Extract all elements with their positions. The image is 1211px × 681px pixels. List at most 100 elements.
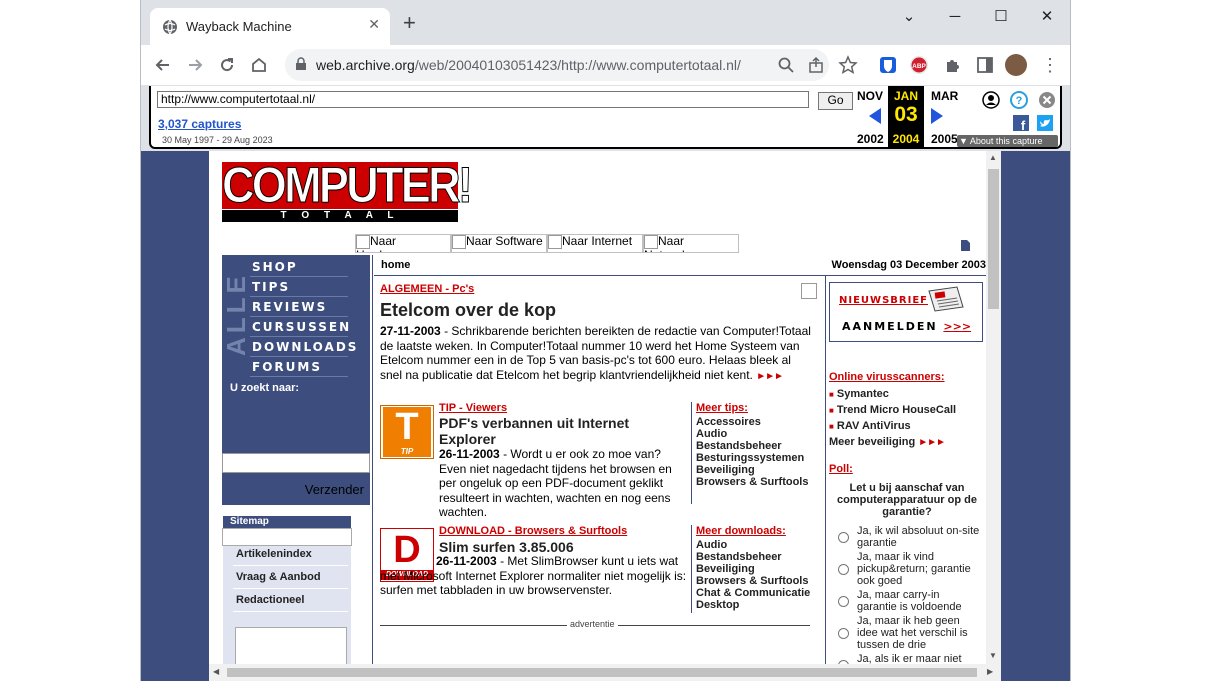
menu-cursussen[interactable]: CURSUSSEN <box>252 320 351 334</box>
poll-radio-4[interactable] <box>838 628 849 639</box>
maximize-button[interactable]: ☐ <box>981 4 1021 30</box>
virus-scanners-title[interactable]: Online virusscanners: <box>829 371 945 383</box>
more-downloads-item[interactable]: Desktop <box>696 599 810 611</box>
wayback-go-button[interactable]: Go <box>818 92 853 110</box>
captures-link[interactable]: 3,037 captures <box>158 117 241 131</box>
horizontal-scroll-thumb[interactable] <box>227 668 977 677</box>
more-downloads-item[interactable]: Bestandsbeheer <box>696 551 810 563</box>
wayback-url-input[interactable]: http://www.computertotaal.nl/ <box>157 91 809 108</box>
virus-item-trend[interactable]: ■ Trend Micro HouseCall <box>829 404 956 416</box>
minimize-button[interactable]: ─ <box>935 4 975 30</box>
bitwarden-icon[interactable] <box>878 55 898 75</box>
search-submit-button[interactable]: Verzender <box>305 482 364 497</box>
menu-divider <box>250 376 348 377</box>
user-icon[interactable] <box>982 91 1000 109</box>
more-tips-item[interactable]: Browsers & Surftools <box>696 476 808 488</box>
more-security-link[interactable]: Meer beveiliging ►►► <box>829 436 946 448</box>
more-tips-item[interactable]: Bestandsbeheer <box>696 440 808 452</box>
newsletter-signup: AANMELDEN >>> <box>842 320 972 333</box>
more-tips-item[interactable]: Beveiliging <box>696 464 808 476</box>
newsletter-box[interactable]: NIEUWSBRIEF AANMELDEN >>> <box>829 282 983 342</box>
tip-category-link[interactable]: TIP - Viewers <box>439 402 507 414</box>
more-tips-item[interactable]: Besturingssystemen <box>696 452 808 464</box>
sitemap-link-artikelenindex[interactable]: Artikelenindex <box>236 548 312 560</box>
sitemap-link-vraag-aanbod[interactable]: Vraag & Aanbod <box>236 571 321 583</box>
menu-shop[interactable]: SHOP <box>252 260 298 274</box>
sitemap-link-redactioneel[interactable]: Redactioneel <box>236 594 304 606</box>
search-icon[interactable] <box>777 56 795 74</box>
virus-item-symantec[interactable]: ■ Symantec <box>829 388 889 400</box>
search-input[interactable] <box>222 453 370 473</box>
adblock-icon[interactable]: ABP <box>909 55 929 75</box>
more-downloads-item[interactable]: Audio <box>696 539 810 551</box>
facebook-icon[interactable]: f <box>1013 115 1029 131</box>
next-capture-arrow[interactable] <box>931 108 943 124</box>
more-downloads-item[interactable]: Beveiliging <box>696 563 810 575</box>
twitter-icon[interactable] <box>1037 115 1053 131</box>
tip-title[interactable]: PDF's verbannen uit Internet Explorer <box>439 415 639 447</box>
poll-radio-3[interactable] <box>838 596 849 607</box>
poll-radio-2[interactable] <box>838 564 849 575</box>
virus-item-rav[interactable]: ■ RAV AntiVirus <box>829 420 911 432</box>
menu-forums[interactable]: FORUMS <box>252 360 322 374</box>
star-icon[interactable] <box>838 55 858 75</box>
toolbar: web.archive.org/web/20040103051423/http:… <box>141 45 1070 85</box>
vertical-scrollbar[interactable]: ▲ ▼ <box>986 151 1001 664</box>
nav-hardware[interactable]: Naar Hardware <box>355 234 451 253</box>
help-icon[interactable]: ? <box>1010 91 1028 109</box>
nav-software[interactable]: Naar Software <box>451 234 547 253</box>
url-text: web.archive.org/web/20040103051423/http:… <box>316 57 741 73</box>
tab-close-icon[interactable]: ✕ <box>368 16 380 33</box>
poll-radio-1[interactable] <box>838 532 849 543</box>
more-tips-item[interactable]: Audio <box>696 428 808 440</box>
article-title[interactable]: Etelcom over de kop <box>380 300 556 321</box>
newspaper-icon <box>928 286 964 312</box>
article-category-link[interactable]: ALGEMEEN - Pc's <box>380 283 474 295</box>
document-icon[interactable] <box>960 239 971 252</box>
more-menu-icon[interactable]: ⋮ <box>1041 55 1061 75</box>
prev-month[interactable]: NOV <box>857 89 883 103</box>
breadcrumb[interactable]: home <box>381 259 410 271</box>
profile-avatar[interactable] <box>1005 54 1027 76</box>
scroll-right-icon[interactable]: ▶ <box>987 667 993 676</box>
puzzle-icon[interactable] <box>943 55 963 75</box>
horizontal-scrollbar[interactable]: ◀ ▶ <box>209 664 1001 681</box>
nav-netwerken[interactable]: Naar Netwerken <box>643 234 739 253</box>
download-title[interactable]: Slim surfen 3.85.006 <box>439 539 574 555</box>
new-tab-button[interactable]: + <box>403 10 416 36</box>
scroll-up-icon[interactable]: ▲ <box>989 153 997 162</box>
menu-reviews[interactable]: REVIEWS <box>252 300 327 314</box>
share-icon[interactable] <box>807 56 825 74</box>
back-button[interactable] <box>151 53 175 77</box>
next-month[interactable]: MAR <box>931 89 958 103</box>
menu-tips[interactable]: TIPS <box>252 280 290 294</box>
reload-button[interactable] <box>215 53 239 77</box>
sitemap-image-placeholder <box>235 627 347 669</box>
more-downloads-item[interactable]: Browsers & Surftools <box>696 575 810 587</box>
next-year[interactable]: 2005 <box>931 132 958 146</box>
chevron-down-icon[interactable]: ⌄ <box>889 4 929 30</box>
more-downloads-item[interactable]: Chat & Communicatie <box>696 587 810 599</box>
forward-button[interactable] <box>183 53 207 77</box>
close-icon[interactable] <box>1038 91 1056 109</box>
vertical-scroll-thumb[interactable] <box>988 169 999 309</box>
prev-capture-arrow[interactable] <box>869 108 881 124</box>
nav-internet[interactable]: Naar Internet <box>547 234 643 253</box>
sidepanel-icon[interactable] <box>975 55 995 75</box>
tab-wayback[interactable]: Wayback Machine ✕ <box>150 8 390 45</box>
home-button[interactable] <box>247 53 271 77</box>
computertotaal-logo[interactable]: COMPUTER! T O T A A L <box>222 159 473 222</box>
address-bar[interactable]: web.archive.org/web/20040103051423/http:… <box>285 49 829 81</box>
download-category-link[interactable]: DOWNLOAD - Browsers & Surftools <box>439 525 627 537</box>
scroll-down-icon[interactable]: ▼ <box>989 651 997 660</box>
tip-badge-label: TIP <box>383 447 431 457</box>
more-tips-title[interactable]: Meer tips: <box>696 402 748 414</box>
prev-year[interactable]: 2002 <box>857 132 884 146</box>
more-arrows-icon[interactable]: ►►► <box>756 371 784 382</box>
menu-downloads[interactable]: DOWNLOADS <box>252 340 358 354</box>
about-capture-button[interactable]: ▼ About this capture <box>957 135 1058 147</box>
more-tips-item[interactable]: Accessoires <box>696 416 808 428</box>
scroll-left-icon[interactable]: ◀ <box>213 667 219 676</box>
more-downloads-title[interactable]: Meer downloads: <box>696 525 786 537</box>
close-window-button[interactable]: ✕ <box>1027 4 1067 30</box>
